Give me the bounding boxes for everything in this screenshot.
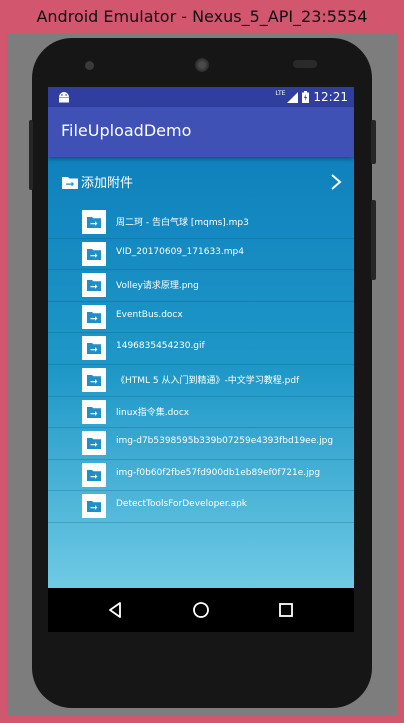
chevron-right-icon (331, 174, 342, 190)
file-icon (82, 241, 106, 266)
file-list-item[interactable]: VID_20170609_171633.mp4 (48, 239, 354, 271)
file-name: img-d7b5398595b339b07259e4393fbd19ee.jpg (116, 436, 334, 447)
window-title: Android Emulator - Nexus_5_API_23:5554 (36, 7, 368, 26)
file-icon (82, 336, 106, 361)
folder-icon (62, 177, 78, 189)
proximity-sensor (293, 60, 317, 68)
file-name: Volley请求原理.png (116, 281, 199, 292)
file-icon (82, 431, 106, 456)
signal-icon (287, 91, 299, 103)
add-attachment-row[interactable]: 添加附件 (48, 157, 354, 207)
file-list: 周二珂 - 告白气球 [mqms].mp3 VID_20170609_17163… (48, 207, 354, 523)
home-icon[interactable] (191, 600, 211, 620)
file-name: linux指令集.docx (116, 407, 190, 418)
file-name: EventBus.docx (116, 309, 183, 320)
file-name: img-f0b60f2fbe57fd900db1eb89ef0f721e.jpg (116, 467, 321, 478)
main-content: 添加附件 周二珂 - 告白气球 [mqms].mp3 VID_20170609_… (48, 157, 354, 588)
file-icon (82, 367, 106, 392)
file-list-item[interactable]: EventBus.docx (48, 302, 354, 334)
status-time: 12:21 (313, 90, 348, 104)
back-icon[interactable] (106, 600, 126, 620)
app-title: FileUploadDemo (61, 121, 192, 140)
file-icon (82, 210, 106, 234)
status-icons: LTE 12:21 (275, 87, 348, 107)
file-name: 1496835454230.gif (116, 341, 205, 352)
file-name: VID_20170609_171633.mp4 (116, 246, 244, 257)
power-button[interactable] (371, 120, 376, 164)
file-icon (82, 494, 106, 519)
file-list-item[interactable]: img-f0b60f2fbe57fd900db1eb89ef0f721e.jpg (48, 460, 354, 492)
file-icon (82, 462, 106, 487)
file-list-item[interactable]: 《HTML 5 从入门到精通》-中文学习教程.pdf (48, 365, 354, 397)
recent-apps-icon[interactable] (276, 600, 296, 620)
file-list-item[interactable]: 1496835454230.gif (48, 333, 354, 365)
earpiece-speaker (195, 58, 209, 72)
file-name: 《HTML 5 从入门到精通》-中文学习教程.pdf (116, 375, 300, 386)
file-list-item[interactable]: linux指令集.docx (48, 397, 354, 429)
device-screen: LTE 12:21 FileUploadDemo 添加附件 周二珂 - 告白气球… (48, 87, 354, 632)
volume-button[interactable] (371, 200, 376, 280)
android-notification-icon (59, 92, 69, 103)
file-name: 周二珂 - 告白气球 [mqms].mp3 (116, 218, 249, 228)
status-bar: LTE 12:21 (48, 87, 354, 107)
file-list-item[interactable]: Volley请求原理.png (48, 270, 354, 302)
file-name: DetectToolsForDeveloper.apk (116, 499, 248, 510)
file-list-item[interactable]: 周二珂 - 告白气球 [mqms].mp3 (48, 207, 354, 239)
file-list-item[interactable]: img-d7b5398595b339b07259e4393fbd19ee.jpg (48, 428, 354, 460)
file-icon (82, 399, 106, 424)
network-type: LTE (275, 89, 286, 97)
battery-icon (302, 91, 310, 103)
navigation-bar (48, 588, 354, 632)
add-attachment-label: 添加附件 (81, 176, 134, 191)
side-button-left (29, 120, 33, 190)
app-toolbar: FileUploadDemo (48, 107, 354, 157)
file-icon (82, 273, 106, 298)
file-icon (82, 304, 106, 329)
file-list-item[interactable]: DetectToolsForDeveloper.apk (48, 491, 354, 523)
front-camera (85, 61, 94, 70)
